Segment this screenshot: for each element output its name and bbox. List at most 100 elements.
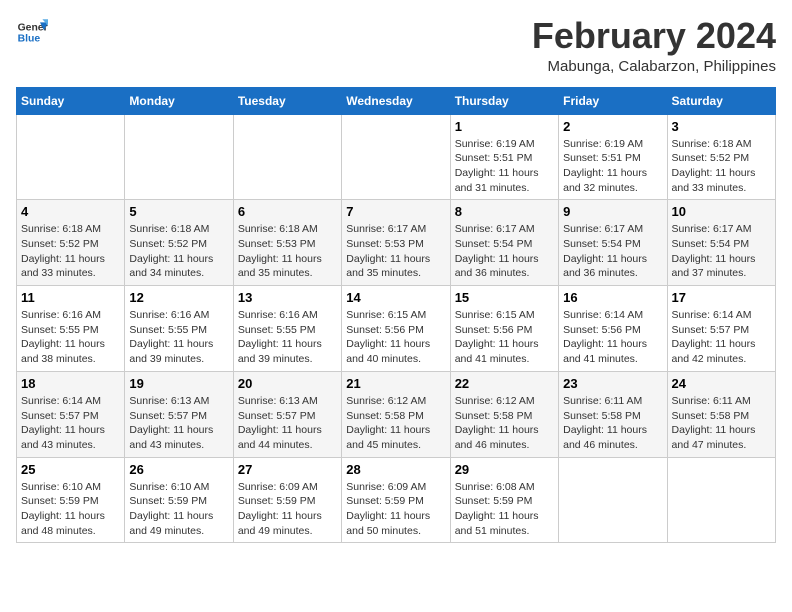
cell-date: 1 — [455, 119, 554, 134]
cell-date: 19 — [129, 376, 228, 391]
cell-date: 23 — [563, 376, 662, 391]
calendar-cell — [17, 114, 125, 200]
calendar-cell: 18 Sunrise: 6:14 AMSunset: 5:57 PMDayligh… — [17, 371, 125, 457]
calendar-cell: 1 Sunrise: 6:19 AMSunset: 5:51 PMDaylight… — [450, 114, 558, 200]
calendar-cell — [233, 114, 341, 200]
cell-date: 18 — [21, 376, 120, 391]
cell-info: Sunrise: 6:10 AMSunset: 5:59 PMDaylight:… — [129, 480, 228, 539]
cell-info: Sunrise: 6:18 AMSunset: 5:52 PMDaylight:… — [129, 222, 228, 281]
cell-info: Sunrise: 6:18 AMSunset: 5:52 PMDaylight:… — [672, 137, 771, 196]
calendar-cell: 4 Sunrise: 6:18 AMSunset: 5:52 PMDaylight… — [17, 200, 125, 286]
week-row-3: 11 Sunrise: 6:16 AMSunset: 5:55 PMDayligh… — [17, 286, 776, 372]
cell-info: Sunrise: 6:09 AMSunset: 5:59 PMDaylight:… — [238, 480, 337, 539]
day-header-friday: Friday — [559, 87, 667, 114]
cell-info: Sunrise: 6:16 AMSunset: 5:55 PMDaylight:… — [129, 308, 228, 367]
cell-info: Sunrise: 6:11 AMSunset: 5:58 PMDaylight:… — [563, 394, 662, 453]
cell-date: 12 — [129, 290, 228, 305]
calendar-cell — [125, 114, 233, 200]
calendar-cell: 14Sunrise: 6:15 AMSunset: 5:56 PMDayligh… — [342, 286, 450, 372]
calendar-cell: 10Sunrise: 6:17 AMSunset: 5:54 PMDayligh… — [667, 200, 775, 286]
cell-date: 21 — [346, 376, 445, 391]
cell-info: Sunrise: 6:14 AMSunset: 5:57 PMDaylight:… — [672, 308, 771, 367]
calendar-cell: 11 Sunrise: 6:16 AMSunset: 5:55 PMDayligh… — [17, 286, 125, 372]
cell-info: Sunrise: 6:16 AMSunset: 5:55 PMDaylight:… — [238, 308, 337, 367]
calendar-cell: 9Sunrise: 6:17 AMSunset: 5:54 PMDaylight… — [559, 200, 667, 286]
logo-icon: General Blue — [16, 16, 48, 48]
day-header-sunday: Sunday — [17, 87, 125, 114]
cell-date: 15 — [455, 290, 554, 305]
cell-date: 5 — [129, 204, 228, 219]
logo: General Blue — [16, 16, 48, 48]
cell-info: Sunrise: 6:17 AMSunset: 5:54 PMDaylight:… — [672, 222, 771, 281]
cell-date: 27 — [238, 462, 337, 477]
cell-info: Sunrise: 6:10 AMSunset: 5:59 PMDaylight:… — [21, 480, 120, 539]
cell-date: 8 — [455, 204, 554, 219]
cell-info: Sunrise: 6:18 AMSunset: 5:53 PMDaylight:… — [238, 222, 337, 281]
cell-info: Sunrise: 6:14 AMSunset: 5:57 PMDaylight:… — [21, 394, 120, 453]
cell-info: Sunrise: 6:14 AMSunset: 5:56 PMDaylight:… — [563, 308, 662, 367]
calendar-cell: 29 Sunrise: 6:08 AMSunset: 5:59 PMDayligh… — [450, 457, 558, 543]
cell-date: 20 — [238, 376, 337, 391]
cell-info: Sunrise: 6:17 AMSunset: 5:54 PMDaylight:… — [563, 222, 662, 281]
calendar-cell: 22 Sunrise: 6:12 AMSunset: 5:58 PMDayligh… — [450, 371, 558, 457]
calendar-cell — [342, 114, 450, 200]
cell-date: 24 — [672, 376, 771, 391]
calendar-cell: 21 Sunrise: 6:12 AMSunset: 5:58 PMDayligh… — [342, 371, 450, 457]
cell-info: Sunrise: 6:08 AMSunset: 5:59 PMDaylight:… — [455, 480, 554, 539]
cell-info: Sunrise: 6:17 AMSunset: 5:54 PMDaylight:… — [455, 222, 554, 281]
day-header-monday: Monday — [125, 87, 233, 114]
cell-info: Sunrise: 6:12 AMSunset: 5:58 PMDaylight:… — [455, 394, 554, 453]
week-row-2: 4 Sunrise: 6:18 AMSunset: 5:52 PMDaylight… — [17, 200, 776, 286]
cell-date: 4 — [21, 204, 120, 219]
calendar-cell: 8 Sunrise: 6:17 AMSunset: 5:54 PMDaylight… — [450, 200, 558, 286]
cell-info: Sunrise: 6:11 AMSunset: 5:58 PMDaylight:… — [672, 394, 771, 453]
cell-info: Sunrise: 6:13 AMSunset: 5:57 PMDaylight:… — [129, 394, 228, 453]
calendar-cell — [559, 457, 667, 543]
cell-date: 11 — [21, 290, 120, 305]
cell-date: 22 — [455, 376, 554, 391]
calendar-cell: 20 Sunrise: 6:13 AMSunset: 5:57 PMDayligh… — [233, 371, 341, 457]
calendar-cell: 25 Sunrise: 6:10 AMSunset: 5:59 PMDayligh… — [17, 457, 125, 543]
calendar-cell: 13 Sunrise: 6:16 AMSunset: 5:55 PMDayligh… — [233, 286, 341, 372]
cell-date: 26 — [129, 462, 228, 477]
cell-date: 7 — [346, 204, 445, 219]
calendar-cell: 16 Sunrise: 6:14 AMSunset: 5:56 PMDayligh… — [559, 286, 667, 372]
cell-info: Sunrise: 6:19 AMSunset: 5:51 PMDaylight:… — [455, 137, 554, 196]
month-title: February 2024 — [532, 16, 776, 56]
week-row-4: 18 Sunrise: 6:14 AMSunset: 5:57 PMDayligh… — [17, 371, 776, 457]
cell-date: 28 — [346, 462, 445, 477]
cell-info: Sunrise: 6:16 AMSunset: 5:55 PMDaylight:… — [21, 308, 120, 367]
cell-date: 25 — [21, 462, 120, 477]
calendar-cell: 24 Sunrise: 6:11 AMSunset: 5:58 PMDayligh… — [667, 371, 775, 457]
calendar-table: SundayMondayTuesdayWednesdayThursdayFrid… — [16, 87, 776, 544]
calendar-cell: 27 Sunrise: 6:09 AMSunset: 5:59 PMDayligh… — [233, 457, 341, 543]
calendar-cell: 26 Sunrise: 6:10 AMSunset: 5:59 PMDayligh… — [125, 457, 233, 543]
location: Mabunga, Calabarzon, Philippines — [532, 58, 776, 75]
cell-info: Sunrise: 6:13 AMSunset: 5:57 PMDaylight:… — [238, 394, 337, 453]
day-header-tuesday: Tuesday — [233, 87, 341, 114]
cell-info: Sunrise: 6:18 AMSunset: 5:52 PMDaylight:… — [21, 222, 120, 281]
title-block: February 2024 Mabunga, Calabarzon, Phili… — [532, 16, 776, 75]
calendar-cell: 17 Sunrise: 6:14 AMSunset: 5:57 PMDayligh… — [667, 286, 775, 372]
cell-date: 17 — [672, 290, 771, 305]
calendar-cell: 19 Sunrise: 6:13 AMSunset: 5:57 PMDayligh… — [125, 371, 233, 457]
calendar-cell: 2 Sunrise: 6:19 AMSunset: 5:51 PMDaylight… — [559, 114, 667, 200]
cell-info: Sunrise: 6:12 AMSunset: 5:58 PMDaylight:… — [346, 394, 445, 453]
page-header: General Blue February 2024 Mabunga, Cala… — [16, 16, 776, 75]
cell-info: Sunrise: 6:19 AMSunset: 5:51 PMDaylight:… — [563, 137, 662, 196]
cell-date: 16 — [563, 290, 662, 305]
cell-date: 2 — [563, 119, 662, 134]
svg-text:Blue: Blue — [18, 34, 41, 45]
cell-info: Sunrise: 6:17 AMSunset: 5:53 PMDaylight:… — [346, 222, 445, 281]
calendar-cell — [667, 457, 775, 543]
cell-info: Sunrise: 6:09 AMSunset: 5:59 PMDaylight:… — [346, 480, 445, 539]
day-header-wednesday: Wednesday — [342, 87, 450, 114]
cell-date: 13 — [238, 290, 337, 305]
day-header-thursday: Thursday — [450, 87, 558, 114]
calendar-cell: 12 Sunrise: 6:16 AMSunset: 5:55 PMDayligh… — [125, 286, 233, 372]
cell-date: 29 — [455, 462, 554, 477]
calendar-cell: 23 Sunrise: 6:11 AMSunset: 5:58 PMDayligh… — [559, 371, 667, 457]
calendar-cell: 6Sunrise: 6:18 AMSunset: 5:53 PMDaylight… — [233, 200, 341, 286]
calendar-cell: 15Sunrise: 6:15 AMSunset: 5:56 PMDayligh… — [450, 286, 558, 372]
cell-date: 3 — [672, 119, 771, 134]
